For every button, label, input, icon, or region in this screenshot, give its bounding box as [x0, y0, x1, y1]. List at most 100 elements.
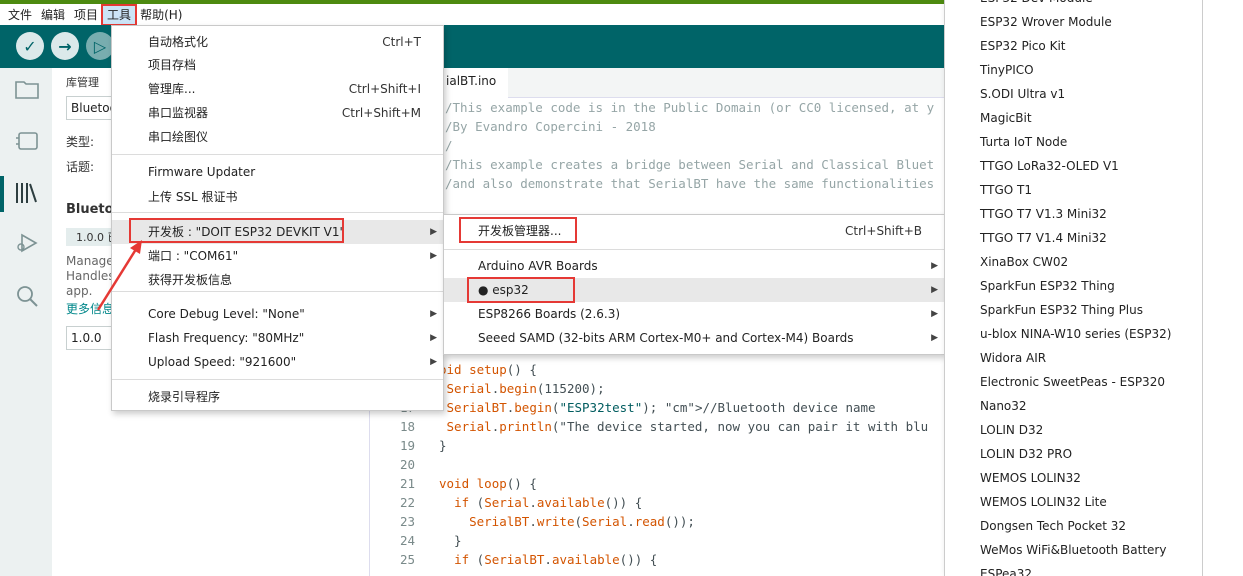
line-number: 25 — [399, 552, 415, 567]
board-list-item[interactable]: Widora AIR — [980, 346, 1046, 370]
topic-label: 话题: — [66, 160, 95, 174]
tools-menu-item[interactable]: 获得开发板信息 — [112, 268, 443, 292]
menu-item-shortcut: Ctrl+Shift+B — [845, 224, 922, 238]
code-line: void loop() { — [439, 476, 537, 491]
menu-item-label: 烧录引导程序 — [148, 390, 221, 404]
arrow-right-icon: → — [58, 36, 72, 56]
tools-menu-item[interactable]: 上传 SSL 根证书 — [112, 185, 443, 209]
board-manager-highlight — [459, 217, 577, 243]
upload-button[interactable]: → — [51, 32, 79, 60]
menu-item-label: Firmware Updater — [148, 165, 256, 179]
menu-separator — [112, 291, 443, 292]
board-list-item[interactable]: TTGO LoRa32-OLED V1 — [980, 154, 1119, 178]
board-list-item[interactable]: TTGO T7 V1.3 Mini32 — [980, 202, 1107, 226]
board-list-item[interactable]: WEMOS LOLIN32 — [980, 466, 1081, 490]
folder-icon[interactable] — [14, 76, 40, 102]
menu-tools[interactable]: 工具 — [101, 3, 138, 26]
screen-edge — [1203, 0, 1243, 576]
tools-menu-item[interactable]: Firmware Updater — [112, 160, 443, 184]
tools-menu-item[interactable]: 端口 : "COM61" ▶ — [112, 244, 443, 268]
menu-item-label: 项目存档 — [148, 58, 197, 72]
comment-line: / — [445, 138, 453, 153]
board-list-item[interactable]: u-blox NINA-W10 series (ESP32) — [980, 322, 1171, 346]
tools-menu-item[interactable]: 串口绘图仪 — [112, 125, 443, 149]
menu-item-label: ESP8266 Boards (2.6.3) — [478, 307, 621, 321]
line-number: 19 — [399, 438, 415, 453]
submenu-arrow-icon: ▶ — [430, 357, 437, 367]
submenu-arrow-icon: ▶ — [931, 309, 938, 319]
board-list-item[interactable]: XinaBox CW02 — [980, 250, 1068, 274]
menu-file[interactable]: 文件 — [4, 6, 36, 24]
library-icon[interactable] — [14, 180, 40, 206]
submenu-arrow-icon: ▶ — [430, 227, 437, 237]
board-list-item[interactable]: Electronic SweetPeas - ESP320 — [980, 370, 1165, 394]
board-list-item[interactable]: Turta IoT Node — [980, 130, 1067, 154]
board-icon[interactable] — [14, 128, 40, 154]
line-number: 22 — [399, 495, 415, 510]
board-list-item[interactable]: LOLIN D32 — [980, 418, 1043, 442]
menu-item-label: 上传 SSL 根证书 — [148, 190, 238, 204]
menu-separator — [112, 379, 443, 380]
submenu-arrow-icon: ▶ — [931, 261, 938, 271]
code-line: SerialBT.begin("ESP32test"); "cm">//Blue… — [446, 400, 876, 415]
menu-item-label: Seeed SAMD (32-bits ARM Cortex-M0+ and C… — [478, 331, 854, 345]
tools-menu-item[interactable]: 自动格式化 Ctrl+T — [112, 30, 443, 54]
board-list-item[interactable]: SparkFun ESP32 Thing Plus — [980, 298, 1143, 322]
board-submenu-item[interactable]: Arduino AVR Boards ▶ — [444, 254, 944, 278]
board-list-item[interactable]: WEMOS LOLIN32 Lite — [980, 490, 1107, 514]
board-list-item[interactable]: MagicBit — [980, 106, 1032, 130]
debug-button[interactable]: ▷ — [86, 32, 114, 60]
board-list-item[interactable]: ESPea32 — [980, 562, 1032, 576]
board-submenu-item[interactable]: Seeed SAMD (32-bits ARM Cortex-M0+ and C… — [444, 326, 944, 350]
menu-item-label: 自动格式化 — [148, 35, 209, 49]
library-name: Blueto — [66, 202, 114, 217]
search-icon[interactable] — [14, 283, 40, 309]
tab-sketch[interactable]: ialBT.ino — [440, 68, 509, 98]
board-list-item[interactable]: TTGO T7 V1.4 Mini32 — [980, 226, 1107, 250]
tools-menu-item[interactable]: 串口监视器 Ctrl+Shift+M — [112, 101, 443, 125]
submenu-arrow-icon: ▶ — [430, 333, 437, 343]
line-number: 21 — [399, 476, 415, 491]
tools-menu-item[interactable]: Upload Speed: "921600" ▶ — [112, 350, 443, 374]
tools-menu-item[interactable]: Flash Frequency: "80MHz" ▶ — [112, 326, 443, 350]
menu-item-label: 串口绘图仪 — [148, 130, 209, 144]
menu-sketch[interactable]: 项目 — [70, 6, 102, 24]
board-list-item[interactable]: SparkFun ESP32 Thing — [980, 274, 1115, 298]
board-list-item[interactable]: LOLIN D32 PRO — [980, 442, 1072, 466]
debugger-icon[interactable] — [14, 230, 40, 256]
code-line: SerialBT.write(Serial.read()); — [469, 514, 695, 529]
activity-selected-indicator — [0, 176, 4, 212]
menu-edit[interactable]: 编辑 — [37, 6, 69, 24]
tools-menu-item[interactable]: 项目存档 — [112, 53, 443, 77]
board-list-item[interactable]: TTGO T1 — [980, 178, 1032, 202]
board-list-item[interactable]: S.ODI Ultra v1 — [980, 82, 1065, 106]
board-list-item[interactable]: Nano32 — [980, 394, 1027, 418]
debug-icon: ▷ — [93, 36, 107, 56]
code-line: } — [439, 533, 462, 548]
submenu-arrow-icon: ▶ — [430, 251, 437, 261]
board-list-item[interactable]: TinyPICO — [980, 58, 1034, 82]
menu-separator — [112, 212, 443, 213]
board-list-item[interactable]: ESP32 Wrover Module — [980, 10, 1112, 34]
panel-title: 库管理 — [66, 76, 99, 89]
board-list-item[interactable]: Dongsen Tech Pocket 32 — [980, 514, 1126, 538]
tools-menu-item[interactable]: 烧录引导程序 — [112, 385, 443, 409]
menu-item-label: Core Debug Level: "None" — [148, 307, 305, 321]
board-list-item[interactable]: ESP32 Dev Module — [980, 0, 1093, 10]
tools-menu-item[interactable]: 管理库... Ctrl+Shift+I — [112, 77, 443, 101]
menu-help[interactable]: 帮助(H) — [136, 6, 186, 24]
verify-button[interactable]: ✓ — [16, 32, 44, 60]
code-line: Serial.begin(115200); — [446, 381, 605, 396]
code-line: if (SerialBT.available()) { — [454, 552, 658, 567]
tools-menu-item[interactable]: Core Debug Level: "None" ▶ — [112, 302, 443, 326]
comment-line: /By Evandro Copercini - 2018 — [445, 119, 656, 134]
line-number: 20 — [399, 457, 415, 472]
menu-separator — [112, 154, 443, 155]
menu-item-label: Flash Frequency: "80MHz" — [148, 331, 305, 345]
code-line: Serial.println("The device started, now … — [446, 419, 929, 434]
board-submenu-item[interactable]: ESP8266 Boards (2.6.3) ▶ — [444, 302, 944, 326]
menu-item-shortcut: Ctrl+Shift+M — [341, 106, 421, 120]
board-list-item[interactable]: WeMos WiFi&Bluetooth Battery — [980, 538, 1166, 562]
menu-separator — [444, 249, 944, 250]
board-list-item[interactable]: ESP32 Pico Kit — [980, 34, 1066, 58]
